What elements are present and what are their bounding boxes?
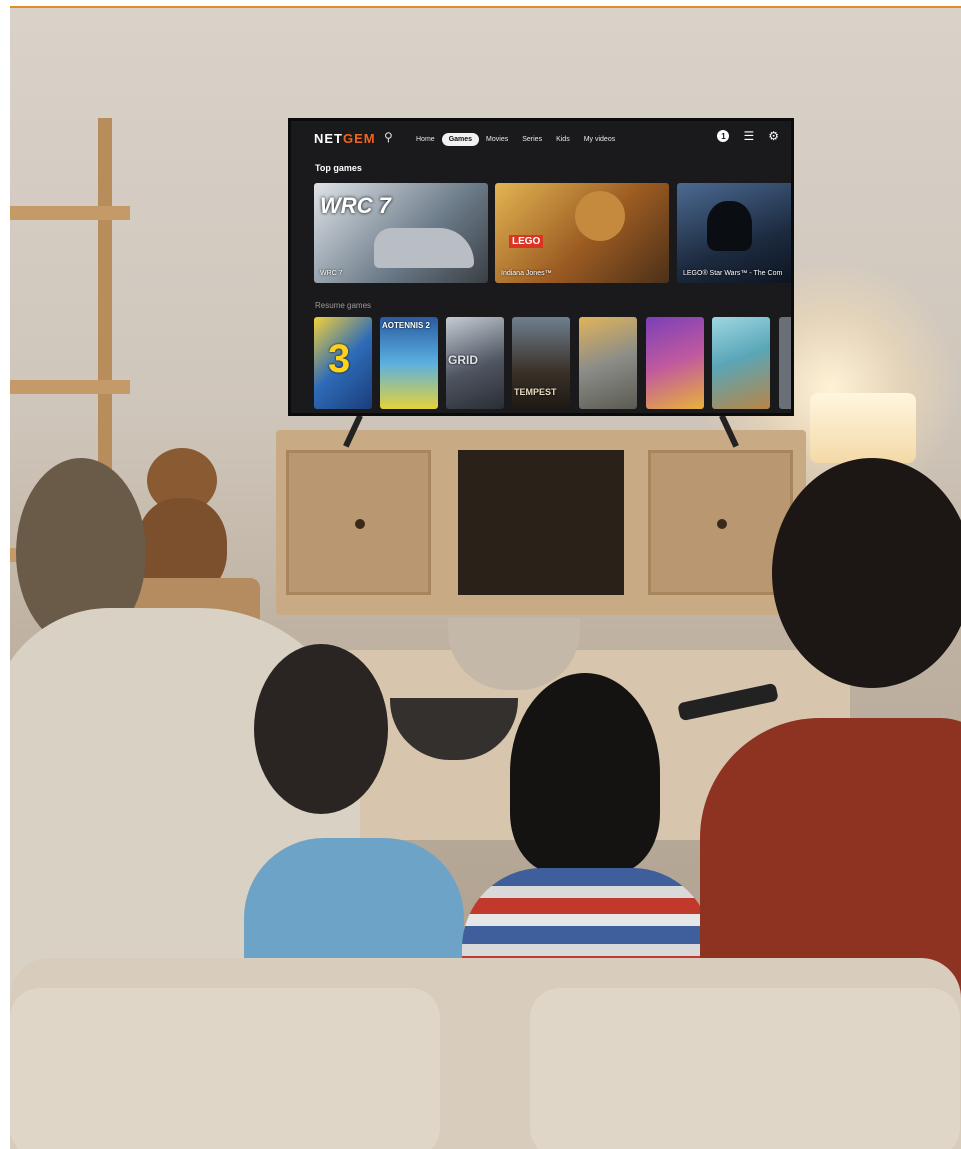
top-nav: Home Games Movies Series Kids My videos [409, 133, 622, 146]
game-card-lego-star-wars[interactable]: LEGO® Star Wars™ - The Com [677, 183, 791, 283]
card-caption: LEGO® Star Wars™ - The Com [683, 270, 783, 277]
resume-card-partial[interactable] [779, 317, 791, 409]
teddy-bear [132, 448, 232, 598]
nav-games[interactable]: Games [441, 133, 480, 146]
card-caption: WRC 7 [320, 270, 343, 277]
menu-icon[interactable]: ☰ [743, 130, 754, 142]
resume-card[interactable] [646, 317, 704, 409]
top-games-title: Top games [315, 163, 362, 173]
resume-card[interactable]: AOTENNIS 2 [380, 317, 438, 409]
sofa-cushion-right [530, 988, 960, 1149]
tv-stand [276, 430, 806, 615]
card-caption: Indiana Jones™ [501, 270, 552, 277]
sofa-cushion-left [10, 988, 440, 1149]
resume-card[interactable]: 3 [314, 317, 372, 409]
card-art-text: LEGO [509, 235, 544, 248]
resume-games-title: Resume games [315, 301, 372, 310]
living-room-photo: NETGEM ⚲ Home Games Movies Series Kids M… [10, 6, 961, 1149]
nav-my-videos[interactable]: My videos [577, 133, 623, 146]
table-lamp [810, 393, 916, 463]
nav-actions: 1 ☰ ⚙ [717, 130, 779, 142]
game-card-wrc7[interactable]: WRC 7 WRC 7 [314, 183, 488, 283]
netgem-logo: NETGEM [314, 131, 376, 146]
notification-badge[interactable]: 1 [717, 130, 730, 142]
nav-movies[interactable]: Movies [479, 133, 515, 146]
tv-screen: NETGEM ⚲ Home Games Movies Series Kids M… [288, 118, 794, 416]
resume-card[interactable] [579, 317, 637, 409]
nav-kids[interactable]: Kids [549, 133, 577, 146]
game-card-lego-indiana[interactable]: LEGO Indiana Jones™ [495, 183, 669, 283]
resume-card[interactable]: GRID [446, 317, 504, 409]
gear-icon[interactable]: ⚙ [768, 130, 779, 142]
card-art-text: WRC 7 [320, 193, 391, 218]
search-icon[interactable]: ⚲ [384, 130, 393, 144]
nav-series[interactable]: Series [515, 133, 549, 146]
resume-card[interactable] [712, 317, 770, 409]
resume-card[interactable]: TEMPEST [512, 317, 570, 409]
nav-home[interactable]: Home [409, 133, 442, 146]
